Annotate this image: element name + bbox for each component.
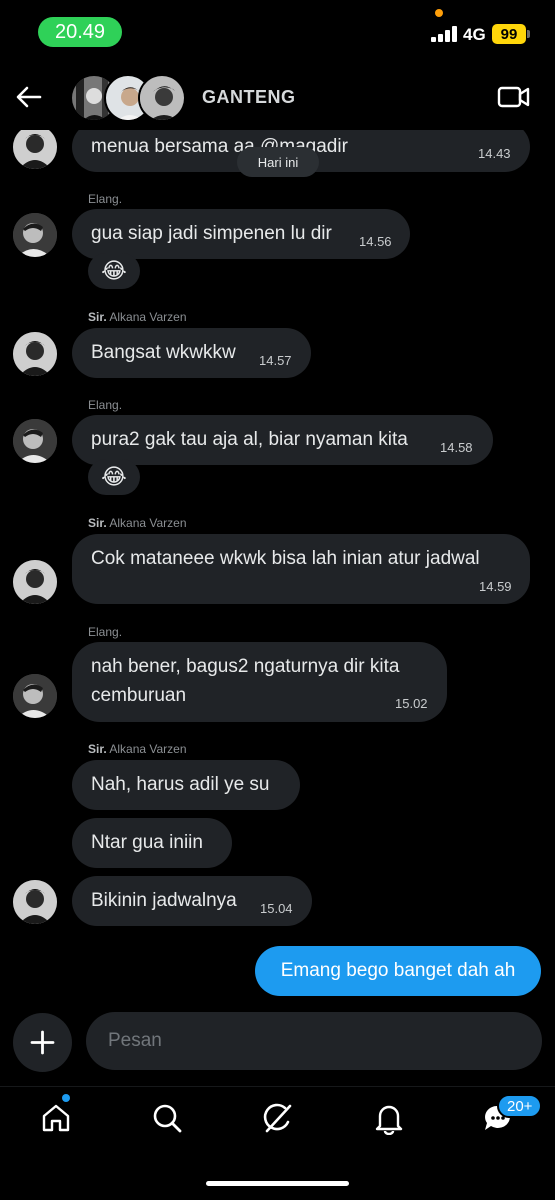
day-divider: Hari ini [237, 147, 319, 177]
reaction-badge[interactable]: 😂 [88, 253, 140, 289]
messages-badge: 20+ [497, 1094, 543, 1118]
message-bubble[interactable]: Ntar gua iniin [72, 818, 232, 868]
bottom-tab-bar [0, 1086, 555, 1156]
message-time: 14.58 [440, 440, 473, 455]
avatar-elang[interactable] [13, 213, 57, 257]
message-text: Bangsat wkwkkw [91, 342, 236, 363]
message-list[interactable]: menua bersama aa @magadir 14.43 Hari ini… [0, 0, 555, 1000]
message-bubble[interactable]: pura2 gak tau aja al, biar nyaman kita 1… [72, 415, 493, 465]
sender-name: Elang. [88, 192, 123, 206]
sender-name: Sir. Alkana Varzen [88, 310, 187, 324]
message-bubble[interactable]: Cok mataneee wkwk bisa lah inian atur ja… [72, 534, 530, 604]
my-message-bubble[interactable]: Emang bego banget dah ah [255, 946, 541, 996]
home-indicator [206, 1181, 349, 1186]
video-call-icon[interactable] [497, 84, 531, 110]
avatar-alkana[interactable] [13, 332, 57, 376]
avatar-alkana[interactable] [13, 560, 57, 604]
message-bubble[interactable]: Bikinin jadwalnya 15.04 [72, 876, 312, 926]
message-input[interactable] [108, 1012, 518, 1070]
message-time: 14.57 [259, 353, 292, 368]
avatar-alkana[interactable] [13, 880, 57, 924]
message-text: pura2 gak tau aja al, biar nyaman kita [91, 429, 408, 450]
avatar-elang[interactable] [13, 419, 57, 463]
message-text: Cok mataneee wkwk bisa lah inian atur ja… [91, 548, 480, 569]
message-text-line2: cemburuan [91, 685, 187, 706]
group-avatar-stack[interactable] [70, 74, 186, 122]
message-time: 14.43 [478, 146, 511, 161]
search-icon[interactable] [150, 1101, 184, 1135]
plus-icon [30, 1030, 55, 1055]
message-text: Ntar gua iniin [91, 832, 203, 853]
message-text: Bikinin jadwalnya [91, 890, 237, 911]
chat-header: GANTENG [0, 68, 555, 130]
plus-button[interactable] [13, 1013, 72, 1072]
reaction-badge[interactable]: 😂 [88, 459, 140, 495]
sender-name: Elang. [88, 625, 123, 639]
group-title[interactable]: GANTENG [202, 87, 296, 108]
message-time: 15.02 [395, 696, 428, 711]
sender-name: Sir. Alkana Varzen [88, 742, 187, 756]
avatar-alkana[interactable] [13, 125, 57, 169]
message-composer[interactable] [86, 1012, 542, 1070]
message-text-line1: nah bener, bagus2 ngaturnya dir kita [91, 656, 400, 677]
sender-name: Sir. Alkana Varzen [88, 516, 187, 530]
avatar-elang[interactable] [13, 674, 57, 718]
message-time: 15.04 [260, 901, 293, 916]
home-notification-dot [62, 1094, 70, 1102]
home-icon[interactable] [39, 1101, 73, 1135]
message-bubble[interactable]: Bangsat wkwkkw 14.57 [72, 328, 311, 378]
sender-name: Elang. [88, 398, 123, 412]
message-bubble[interactable]: nah bener, bagus2 ngaturnya dir kita cem… [72, 642, 447, 722]
message-text: gua siap jadi simpenen lu dir [91, 223, 332, 244]
grok-icon[interactable] [261, 1101, 295, 1135]
message-time: 14.56 [359, 234, 392, 249]
back-arrow-icon[interactable] [14, 82, 44, 112]
message-text: Nah, harus adil ye su [91, 774, 270, 795]
message-bubble[interactable]: Nah, harus adil ye su [72, 760, 300, 810]
message-bubble[interactable]: gua siap jadi simpenen lu dir 14.56 [72, 209, 410, 259]
message-time: 14.59 [479, 579, 512, 594]
message-text: Emang bego banget dah ah [280, 960, 516, 981]
group-avatar-3 [138, 74, 186, 122]
bell-icon[interactable] [372, 1101, 406, 1136]
